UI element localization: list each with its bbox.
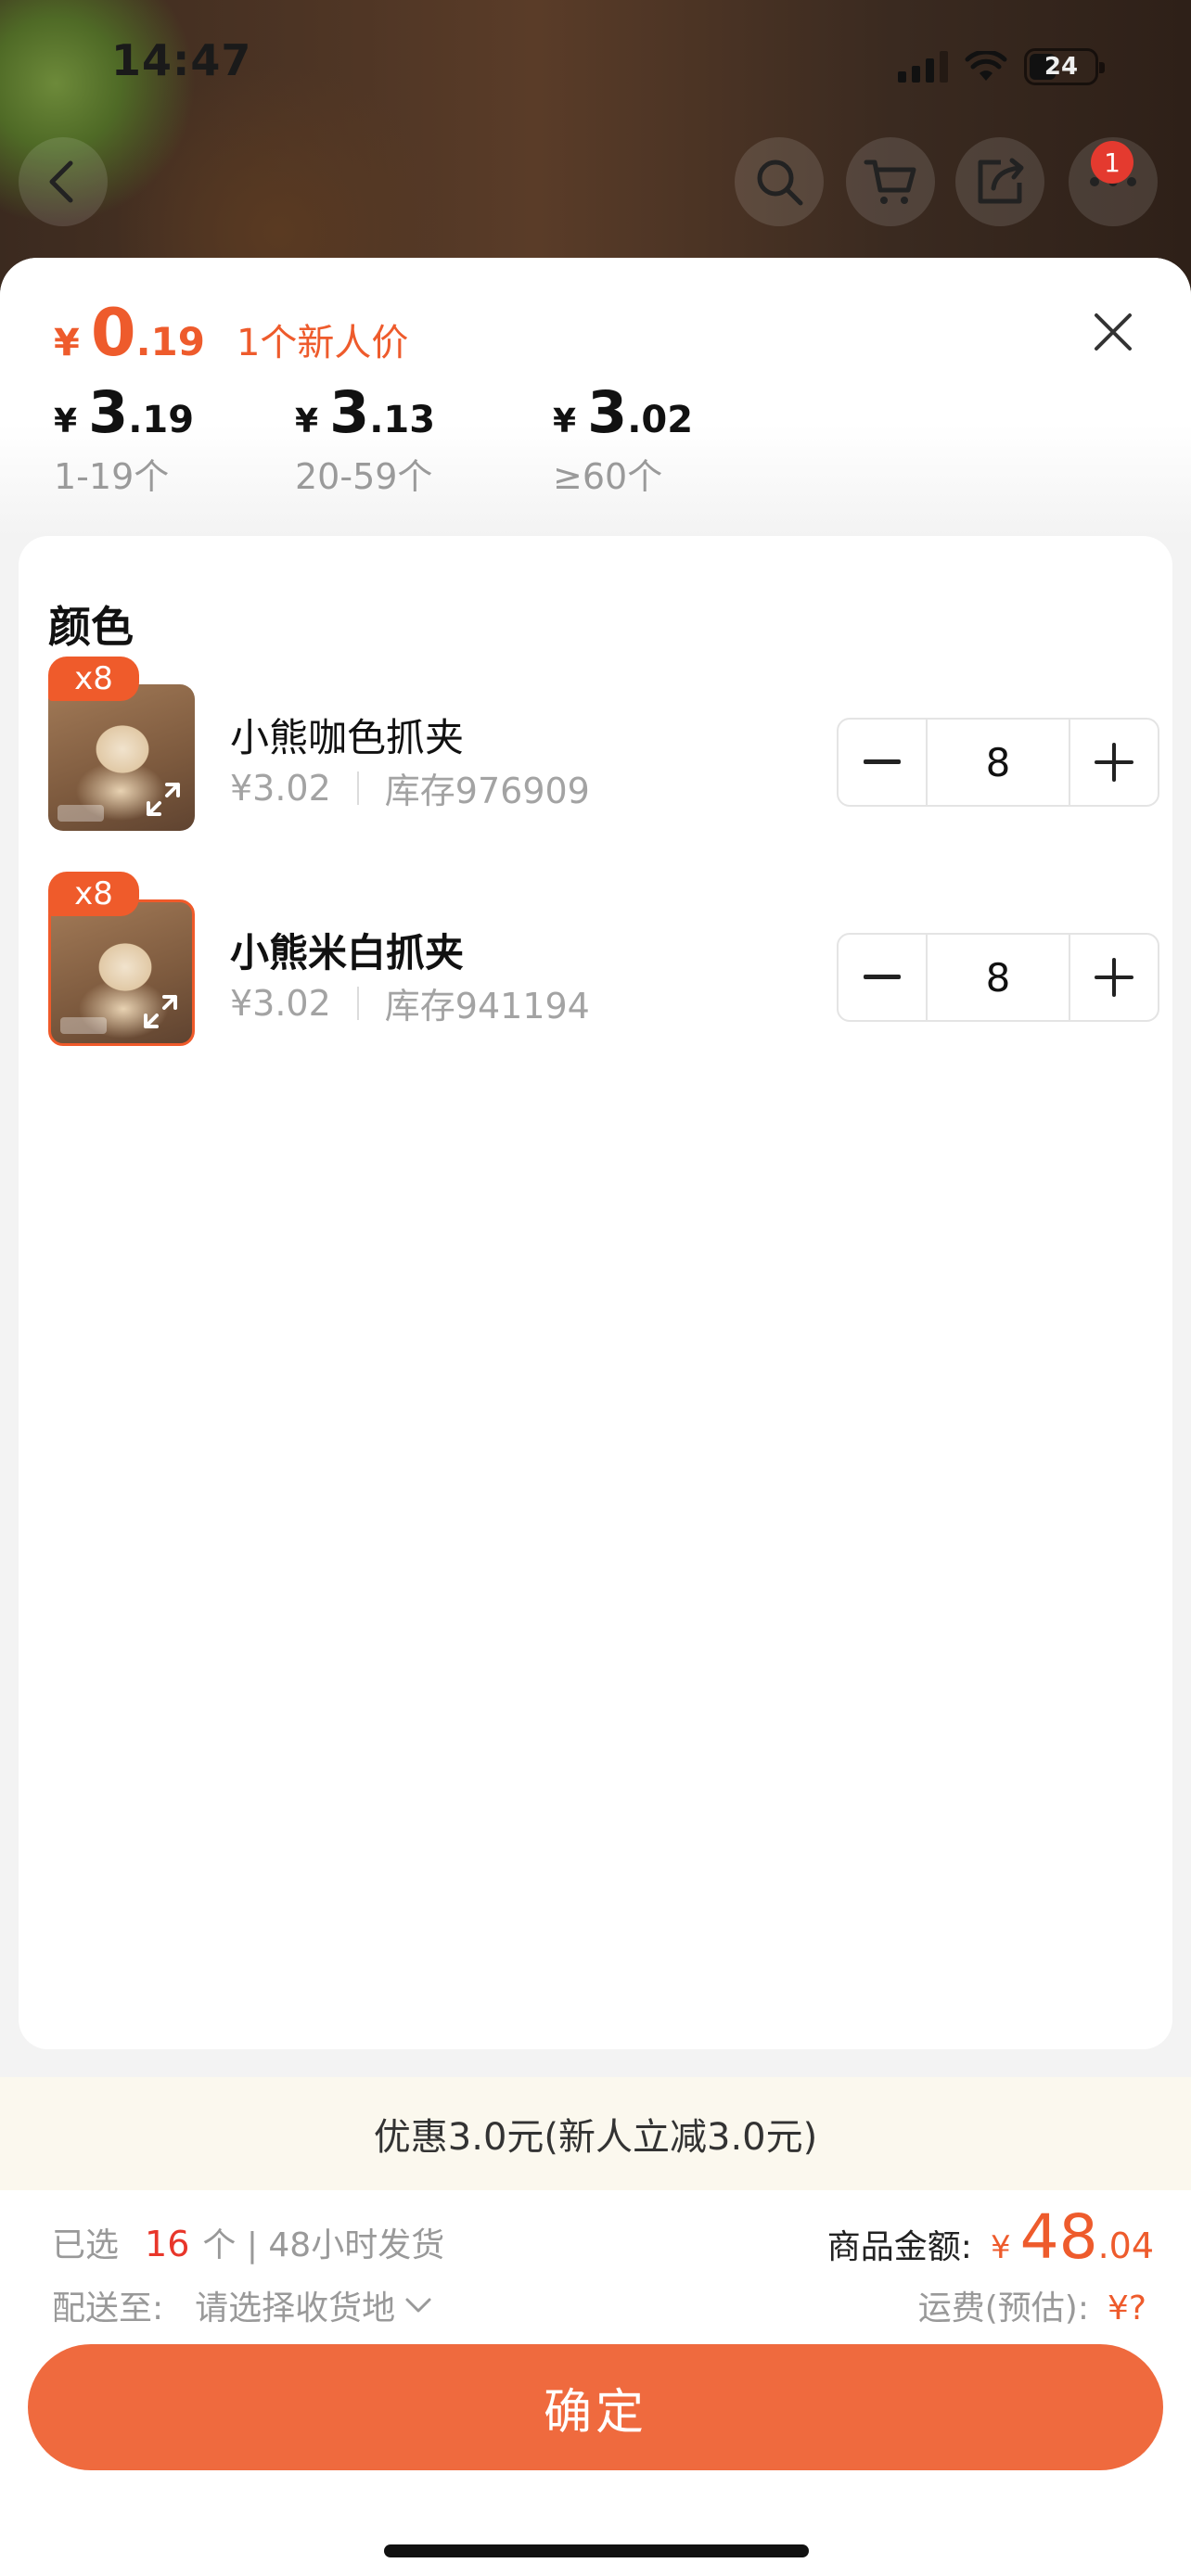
promo-currency: ¥ xyxy=(54,322,80,364)
wifi-icon xyxy=(965,51,1007,81)
expand-icon[interactable] xyxy=(138,989,183,1034)
chevron-left-icon xyxy=(49,160,73,203)
selected-count: 16 xyxy=(145,2224,190,2264)
plus-icon xyxy=(1095,743,1133,782)
tier-range: ≥60个 xyxy=(553,456,663,497)
plus-icon xyxy=(1095,958,1133,997)
price-tier: ¥ 3 .02 ≥60个 xyxy=(553,378,693,499)
tier-currency: ¥ xyxy=(295,402,319,440)
tier-price-dec: .19 xyxy=(128,399,195,441)
order-footer: 已选 16 个 | 48小时发货 配送至: 请选择收货地 商品金额: ¥ 48 … xyxy=(0,2190,1191,2576)
status-time: 14:47 xyxy=(111,35,252,85)
sku-stock: 库存941194 xyxy=(384,986,590,1027)
tier-price-dec: .13 xyxy=(369,399,436,441)
amount-int: 48 xyxy=(1019,2201,1098,2273)
minus-icon xyxy=(864,759,901,764)
tier-range: 20-59个 xyxy=(295,456,433,497)
close-button[interactable] xyxy=(1083,302,1143,362)
tier-range: 1-19个 xyxy=(54,456,170,497)
promo-label: 1个新人价 xyxy=(236,322,409,364)
status-bar: 14:47 24 xyxy=(0,0,1191,130)
new-user-price: ¥ 0 .19 1个新人价 xyxy=(54,295,408,371)
promo-price-int: 0 xyxy=(90,295,136,371)
ship-value: 请选择收货地 xyxy=(195,2289,396,2327)
tier-price-int: 3 xyxy=(329,378,370,446)
home-indicator[interactable] xyxy=(384,2544,809,2557)
sku-selector-sheet: ¥ 0 .19 1个新人价 ¥ 3 .19 1-19个 ¥ 3 .13 20-5… xyxy=(0,258,1191,2576)
selected-summary: 已选 16 个 | 48小时发货 xyxy=(52,2218,444,2266)
tier-price-int: 3 xyxy=(587,378,628,446)
tier-currency: ¥ xyxy=(553,402,577,440)
cart-button[interactable] xyxy=(846,137,935,226)
selected-count-badge: x8 xyxy=(48,657,139,701)
divider xyxy=(356,986,359,1020)
decrement-button[interactable] xyxy=(839,720,926,805)
freight-value: ¥? xyxy=(1107,2289,1146,2327)
chevron-down-icon xyxy=(405,2298,431,2313)
selected-prefix: 已选 xyxy=(52,2226,120,2264)
sku-price: ¥3.02 xyxy=(230,767,331,809)
promo-price-dec: .19 xyxy=(135,319,205,364)
status-icons: 24 xyxy=(898,48,1105,85)
selected-count-badge: x8 xyxy=(48,872,139,916)
share-button[interactable] xyxy=(955,137,1044,226)
confirm-button[interactable]: 确定 xyxy=(28,2344,1163,2470)
message-count-badge: 1 xyxy=(1091,141,1133,184)
search-icon xyxy=(757,159,803,206)
freight-estimate: 运费(预估): ¥? xyxy=(918,2281,1146,2329)
share-icon xyxy=(978,158,1024,204)
amount-currency: ¥ xyxy=(990,2229,1011,2266)
amount-label: 商品金额: xyxy=(826,2228,972,2266)
search-button[interactable] xyxy=(735,137,824,226)
sku-meta: ¥3.02 库存941194 xyxy=(230,977,590,1028)
tier-currency: ¥ xyxy=(54,402,78,440)
sku-card: 颜色 x8 小熊咖色抓夹 ¥3.02 库存976909 8 x8 小熊米白抓夹 … xyxy=(19,536,1172,2049)
quantity-input[interactable]: 8 xyxy=(926,720,1070,805)
sku-name: 小熊咖色抓夹 xyxy=(230,715,465,760)
sku-thumbnail[interactable] xyxy=(48,684,195,831)
price-tier: ¥ 3 .19 1-19个 xyxy=(54,378,194,499)
battery-level: 24 xyxy=(1044,53,1079,81)
tier-price-dec: .02 xyxy=(627,399,694,441)
quantity-stepper: 8 xyxy=(837,718,1159,807)
freight-label: 运费(预估): xyxy=(917,2289,1089,2327)
sku-row[interactable]: x8 小熊米白抓夹 ¥3.02 库存941194 8 xyxy=(48,872,1159,1046)
sku-stock: 库存976909 xyxy=(384,771,590,811)
tier-price-int: 3 xyxy=(88,378,129,446)
increment-button[interactable] xyxy=(1070,720,1158,805)
minus-icon xyxy=(864,975,901,979)
top-nav xyxy=(0,137,1191,230)
ship-label: 配送至: xyxy=(52,2289,164,2327)
quantity-stepper: 8 xyxy=(837,933,1159,1022)
section-title-color: 颜色 xyxy=(48,602,134,652)
sku-thumbnail[interactable] xyxy=(48,899,195,1046)
battery-icon: 24 xyxy=(1024,48,1105,85)
ship-to-selector[interactable]: 配送至: 请选择收货地 xyxy=(52,2281,432,2329)
close-icon xyxy=(1095,313,1132,351)
cellular-signal-icon xyxy=(898,51,948,83)
cart-icon xyxy=(864,159,916,204)
divider xyxy=(356,771,359,805)
sku-name: 小熊米白抓夹 xyxy=(230,930,465,976)
sku-meta: ¥3.02 库存976909 xyxy=(230,762,590,813)
sku-row[interactable]: x8 小熊咖色抓夹 ¥3.02 库存976909 8 xyxy=(48,657,1159,831)
goods-amount: 商品金额: ¥ 48 .04 xyxy=(827,2201,1154,2273)
selected-suffix: 个 | 48小时发货 xyxy=(202,2226,445,2264)
expand-icon[interactable] xyxy=(141,777,186,822)
discount-banner: 优惠3.0元(新人立减3.0元) xyxy=(0,2077,1191,2190)
sku-price: ¥3.02 xyxy=(230,982,331,1024)
decrement-button[interactable] xyxy=(839,935,926,1020)
increment-button[interactable] xyxy=(1070,935,1158,1020)
price-tier: ¥ 3 .13 20-59个 xyxy=(295,378,435,499)
amount-dec: .04 xyxy=(1097,2225,1154,2266)
back-button[interactable] xyxy=(19,137,108,226)
quantity-input[interactable]: 8 xyxy=(926,935,1070,1020)
